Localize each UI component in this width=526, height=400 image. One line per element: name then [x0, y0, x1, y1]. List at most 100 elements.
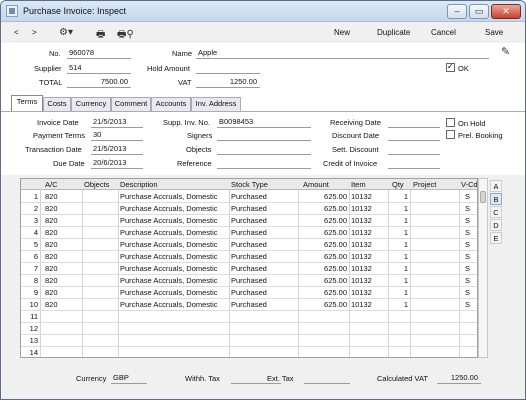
table-cell[interactable]: 820: [45, 252, 81, 261]
table-row[interactable]: 14: [21, 347, 477, 357]
discount-date-field[interactable]: [388, 130, 440, 141]
table-cell[interactable]: 1: [390, 216, 408, 225]
table-cell[interactable]: S: [465, 288, 477, 297]
on-hold-checkbox[interactable]: [446, 118, 455, 127]
invoice-date-field[interactable]: 21/5/2013: [91, 117, 143, 128]
table-cell[interactable]: 820: [45, 288, 81, 297]
reference-field[interactable]: [217, 158, 311, 169]
table-cell[interactable]: Purchase Accruals, Domestic: [120, 192, 228, 201]
hold-amount-field[interactable]: [196, 63, 260, 74]
gear-icon[interactable]: ⚙▾: [59, 27, 73, 38]
sett-discount-field[interactable]: [388, 144, 440, 155]
minimize-button[interactable]: –: [447, 4, 467, 19]
table-cell[interactable]: 1: [390, 300, 408, 309]
table-row[interactable]: 13: [21, 335, 477, 347]
due-date-field[interactable]: 20/6/2013: [91, 158, 143, 169]
table-cell[interactable]: Purchased: [231, 276, 297, 285]
print-preview-icon[interactable]: 🖶⚲: [117, 27, 134, 44]
table-row[interactable]: 6 820 Purchase Accruals, Domestic Purchased…: [21, 251, 477, 263]
table-cell[interactable]: 10132: [351, 192, 387, 201]
save-button[interactable]: Save: [485, 28, 503, 37]
tab-inv-address[interactable]: Inv. Address: [191, 97, 241, 111]
table-cell[interactable]: Purchased: [231, 240, 297, 249]
maximize-button[interactable]: ▭: [469, 4, 489, 19]
table-cell[interactable]: 1: [390, 288, 408, 297]
table-cell[interactable]: 625.00: [300, 240, 347, 249]
table-cell[interactable]: Purchase Accruals, Domestic: [120, 288, 228, 297]
table-cell[interactable]: 10132: [351, 264, 387, 273]
rows-grid[interactable]: A/C Objects Description Stock Type Amoun…: [20, 178, 478, 358]
table-row[interactable]: 12: [21, 323, 477, 335]
side-tab-d[interactable]: D: [490, 219, 502, 231]
table-row[interactable]: 5 820 Purchase Accruals, Domestic Purchased…: [21, 239, 477, 251]
back-button[interactable]: <: [14, 28, 19, 37]
table-cell[interactable]: 625.00: [300, 300, 347, 309]
table-cell[interactable]: 820: [45, 276, 81, 285]
table-cell[interactable]: 10132: [351, 240, 387, 249]
tab-currency[interactable]: Currency: [71, 97, 111, 111]
table-cell[interactable]: 1: [390, 264, 408, 273]
edit-icon[interactable]: ✎: [501, 45, 510, 58]
table-cell[interactable]: Purchased: [231, 252, 297, 261]
table-row[interactable]: 8 820 Purchase Accruals, Domestic Purchased…: [21, 275, 477, 287]
table-cell[interactable]: Purchase Accruals, Domestic: [120, 252, 228, 261]
side-tab-c[interactable]: C: [490, 206, 502, 218]
invoice-no-field[interactable]: 960078: [67, 48, 131, 59]
table-cell[interactable]: 10132: [351, 228, 387, 237]
table-cell[interactable]: 1: [390, 204, 408, 213]
table-cell[interactable]: Purchased: [231, 264, 297, 273]
col-qty[interactable]: Qty: [392, 180, 404, 189]
forward-button[interactable]: >: [32, 28, 37, 37]
col-objects[interactable]: Objects: [84, 180, 109, 189]
table-row[interactable]: 4 820 Purchase Accruals, Domestic Purchased…: [21, 227, 477, 239]
table-cell[interactable]: 820: [45, 300, 81, 309]
table-cell[interactable]: Purchase Accruals, Domestic: [120, 276, 228, 285]
table-cell[interactable]: S: [465, 192, 477, 201]
ok-checkbox[interactable]: [446, 62, 455, 72]
table-cell[interactable]: Purchased: [231, 228, 297, 237]
supplier-field[interactable]: 514: [67, 63, 131, 74]
table-cell[interactable]: 625.00: [300, 288, 347, 297]
objects-field[interactable]: [217, 144, 311, 155]
table-cell[interactable]: S: [465, 216, 477, 225]
tab-accounts[interactable]: Accounts: [151, 97, 191, 111]
table-cell[interactable]: Purchase Accruals, Domestic: [120, 228, 228, 237]
table-cell[interactable]: 625.00: [300, 228, 347, 237]
table-cell[interactable]: 820: [45, 228, 81, 237]
table-cell[interactable]: S: [465, 204, 477, 213]
table-row[interactable]: 10 820 Purchase Accruals, Domestic Purchase…: [21, 299, 477, 311]
grid-scrollbar[interactable]: [478, 178, 488, 358]
table-cell[interactable]: 10132: [351, 216, 387, 225]
table-cell[interactable]: 820: [45, 216, 81, 225]
tab-costs[interactable]: Costs: [43, 97, 71, 111]
table-cell[interactable]: 625.00: [300, 276, 347, 285]
col-amount[interactable]: Amount: [303, 180, 329, 189]
table-cell[interactable]: 10132: [351, 276, 387, 285]
table-cell[interactable]: 820: [45, 192, 81, 201]
currency-field[interactable]: GBP: [111, 373, 147, 384]
table-row[interactable]: 7 820 Purchase Accruals, Domestic Purchased…: [21, 263, 477, 275]
table-cell[interactable]: 1: [390, 252, 408, 261]
table-row[interactable]: 3 820 Purchase Accruals, Domestic Purchased…: [21, 215, 477, 227]
table-cell[interactable]: 1: [390, 228, 408, 237]
table-cell[interactable]: 820: [45, 204, 81, 213]
table-cell[interactable]: S: [465, 300, 477, 309]
printer-icon[interactable]: 🖶: [96, 27, 105, 44]
new-button[interactable]: New: [334, 28, 350, 37]
table-cell[interactable]: 625.00: [300, 252, 347, 261]
tab-comment[interactable]: Comment: [111, 97, 151, 111]
table-cell[interactable]: 625.00: [300, 204, 347, 213]
prel-booking-checkbox[interactable]: [446, 130, 455, 139]
table-cell[interactable]: 625.00: [300, 216, 347, 225]
table-cell[interactable]: S: [465, 228, 477, 237]
table-row[interactable]: 9 820 Purchase Accruals, Domestic Purchased…: [21, 287, 477, 299]
table-cell[interactable]: Purchase Accruals, Domestic: [120, 204, 228, 213]
table-cell[interactable]: Purchased: [231, 300, 297, 309]
supp-inv-no-field[interactable]: B0098453: [217, 117, 311, 128]
cancel-button[interactable]: Cancel: [431, 28, 456, 37]
table-cell[interactable]: S: [465, 252, 477, 261]
table-cell[interactable]: 10132: [351, 252, 387, 261]
col-description[interactable]: Description: [120, 180, 158, 189]
table-cell[interactable]: Purchase Accruals, Domestic: [120, 240, 228, 249]
table-cell[interactable]: Purchased: [231, 204, 297, 213]
